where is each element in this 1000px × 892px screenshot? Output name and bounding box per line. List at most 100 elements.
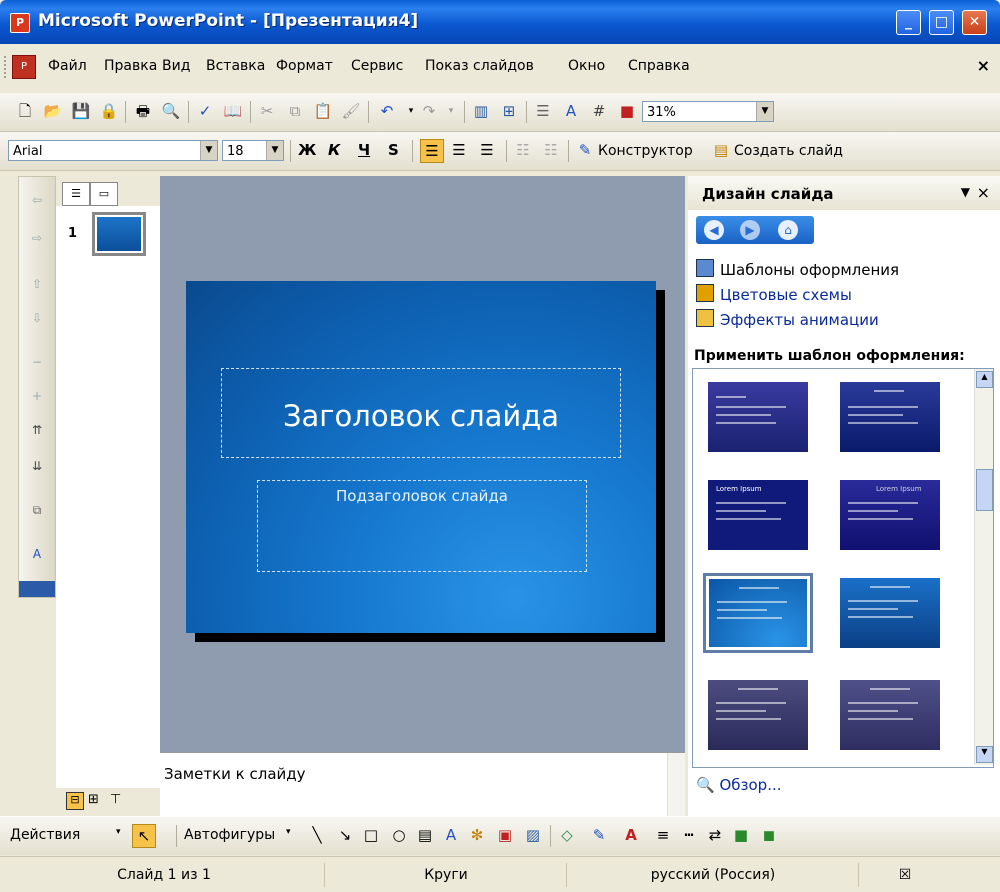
- cut-icon[interactable]: ✂: [256, 100, 278, 122]
- demote-icon[interactable]: ⇨: [28, 231, 46, 249]
- select-objects-icon[interactable]: ↖: [132, 824, 156, 848]
- scroll-thumb[interactable]: [976, 469, 993, 511]
- print-icon[interactable]: 🖶: [132, 100, 154, 122]
- font-size-combo[interactable]: 18 ▼: [222, 140, 284, 161]
- wordart-icon[interactable]: A: [440, 824, 462, 846]
- bullets-icon[interactable]: ☷: [540, 139, 562, 161]
- menu-edit[interactable]: Правка: [104, 58, 157, 74]
- task-pane-close-icon[interactable]: ×: [977, 183, 990, 202]
- arrow-style-icon[interactable]: ⇄: [704, 824, 726, 846]
- template-item[interactable]: [703, 377, 813, 457]
- template-item[interactable]: [835, 573, 945, 653]
- chevron-down-icon[interactable]: ▾: [286, 827, 291, 837]
- show-formatting-icon[interactable]: A: [560, 100, 582, 122]
- redo-icon[interactable]: ↷: [418, 100, 440, 122]
- powerpoint-app-icon[interactable]: P: [10, 13, 30, 33]
- research-icon[interactable]: 📖: [222, 100, 244, 122]
- line-icon[interactable]: ╲: [306, 824, 328, 846]
- align-right-icon[interactable]: ☰: [476, 139, 498, 161]
- menu-insert[interactable]: Вставка: [206, 58, 265, 74]
- slide[interactable]: Заголовок слайда Подзаголовок слайда: [186, 281, 656, 633]
- menu-slideshow[interactable]: Показ слайдов: [425, 58, 534, 74]
- align-left-icon[interactable]: ☰: [420, 139, 444, 163]
- copy-icon[interactable]: ⧉: [284, 100, 306, 122]
- arrow-icon[interactable]: ↘: [334, 824, 356, 846]
- tab-outline[interactable]: ☰: [62, 182, 90, 206]
- maximize-button[interactable]: □: [929, 10, 954, 35]
- expand-all-icon[interactable]: ⇊: [28, 459, 46, 477]
- bold-button[interactable]: Ж: [298, 141, 316, 159]
- notes-pane[interactable]: Заметки к слайду: [160, 752, 685, 817]
- insert-chart-icon[interactable]: ▥: [470, 100, 492, 122]
- browse-link[interactable]: 🔍 Обзор...: [696, 776, 782, 794]
- line-style-icon[interactable]: ≡: [652, 824, 674, 846]
- new-slide-button[interactable]: Создать слайд: [734, 143, 843, 159]
- back-icon[interactable]: ◀: [704, 220, 724, 240]
- print-preview-icon[interactable]: 🔍: [160, 100, 182, 122]
- home-icon[interactable]: ⌂: [778, 220, 798, 240]
- template-item[interactable]: [835, 675, 945, 755]
- tab-slides[interactable]: ▭: [90, 182, 118, 206]
- textbox-icon[interactable]: ▤: [414, 824, 436, 846]
- numbering-icon[interactable]: ☷: [512, 139, 534, 161]
- font-color-icon[interactable]: A: [620, 824, 642, 846]
- chevron-down-icon[interactable]: ▾: [116, 827, 121, 837]
- zoom-combo[interactable]: 31% ▼: [642, 101, 774, 122]
- color-grayscale-icon[interactable]: ■: [616, 100, 638, 122]
- minimize-button[interactable]: _: [896, 10, 921, 35]
- font-combo[interactable]: Arial ▼: [8, 140, 218, 161]
- summary-slide-icon[interactable]: ⧉: [28, 503, 46, 521]
- paste-icon[interactable]: 📋: [312, 100, 334, 122]
- template-item[interactable]: [835, 377, 945, 457]
- chevron-down-icon[interactable]: ▼: [266, 141, 283, 160]
- actions-menu[interactable]: Действия: [10, 827, 80, 843]
- redo-dropdown-icon[interactable]: ▾: [440, 100, 462, 122]
- new-icon[interactable]: 🗋: [14, 100, 36, 122]
- expand-icon[interactable]: +: [28, 389, 46, 407]
- document-icon[interactable]: P: [12, 55, 36, 79]
- gallery-scrollbar[interactable]: ▲ ▼: [974, 369, 993, 765]
- template-item[interactable]: [703, 675, 813, 755]
- menu-format[interactable]: Формат: [276, 58, 333, 74]
- menu-help[interactable]: Справка: [628, 58, 690, 74]
- show-grid-icon[interactable]: #: [588, 100, 610, 122]
- animation-effects-link[interactable]: Эффекты анимации: [696, 309, 879, 329]
- normal-view-icon[interactable]: ⊟: [66, 792, 84, 810]
- promote-icon[interactable]: ⇦: [28, 193, 46, 211]
- 3d-style-icon[interactable]: ◼: [758, 824, 780, 846]
- design-templates-link[interactable]: Шаблоны оформления: [696, 259, 899, 279]
- color-schemes-link[interactable]: Цветовые схемы: [696, 284, 852, 304]
- subtitle-placeholder[interactable]: Подзаголовок слайда: [257, 480, 587, 572]
- format-painter-icon[interactable]: 🖌: [340, 100, 362, 122]
- spelling-status-icon[interactable]: ☒: [860, 863, 950, 887]
- menu-tools[interactable]: Сервис: [351, 58, 403, 74]
- fill-color-icon[interactable]: ◇: [556, 824, 578, 846]
- template-item[interactable]: Lorem Ipsum: [703, 475, 813, 555]
- slide-sorter-icon[interactable]: ⊞: [88, 792, 99, 807]
- spelling-icon[interactable]: ✓: [194, 100, 216, 122]
- slideshow-icon[interactable]: ⊤: [110, 792, 121, 807]
- designer-button[interactable]: Конструктор: [598, 143, 693, 159]
- insert-table-icon[interactable]: ⊞: [498, 100, 520, 122]
- dash-style-icon[interactable]: ┅: [678, 824, 700, 846]
- slide-thumbnail[interactable]: [92, 212, 146, 256]
- forward-icon[interactable]: ▶: [740, 220, 760, 240]
- menu-window[interactable]: Окно: [568, 58, 605, 74]
- template-item-selected[interactable]: [703, 573, 813, 653]
- task-pane-menu-icon[interactable]: ▼: [961, 185, 970, 199]
- autoshapes-menu[interactable]: Автофигуры: [184, 827, 275, 843]
- show-formatting-icon[interactable]: A: [28, 547, 46, 565]
- undo-icon[interactable]: ↶: [376, 100, 398, 122]
- chevron-down-icon[interactable]: ▼: [200, 141, 217, 160]
- clipart-icon[interactable]: ▣: [494, 824, 516, 846]
- italic-button[interactable]: К: [328, 141, 340, 159]
- template-item[interactable]: Lorem Ipsum: [835, 475, 945, 555]
- scroll-up-icon[interactable]: ▲: [976, 371, 993, 388]
- menubar-grip[interactable]: [4, 56, 9, 78]
- oval-icon[interactable]: ○: [388, 824, 410, 846]
- expand-all-icon[interactable]: ☰: [532, 100, 554, 122]
- collapse-all-icon[interactable]: ⇈: [28, 423, 46, 441]
- shadow-button[interactable]: S: [388, 141, 399, 159]
- move-down-icon[interactable]: ⇩: [28, 311, 46, 329]
- document-close-button[interactable]: ×: [977, 56, 990, 75]
